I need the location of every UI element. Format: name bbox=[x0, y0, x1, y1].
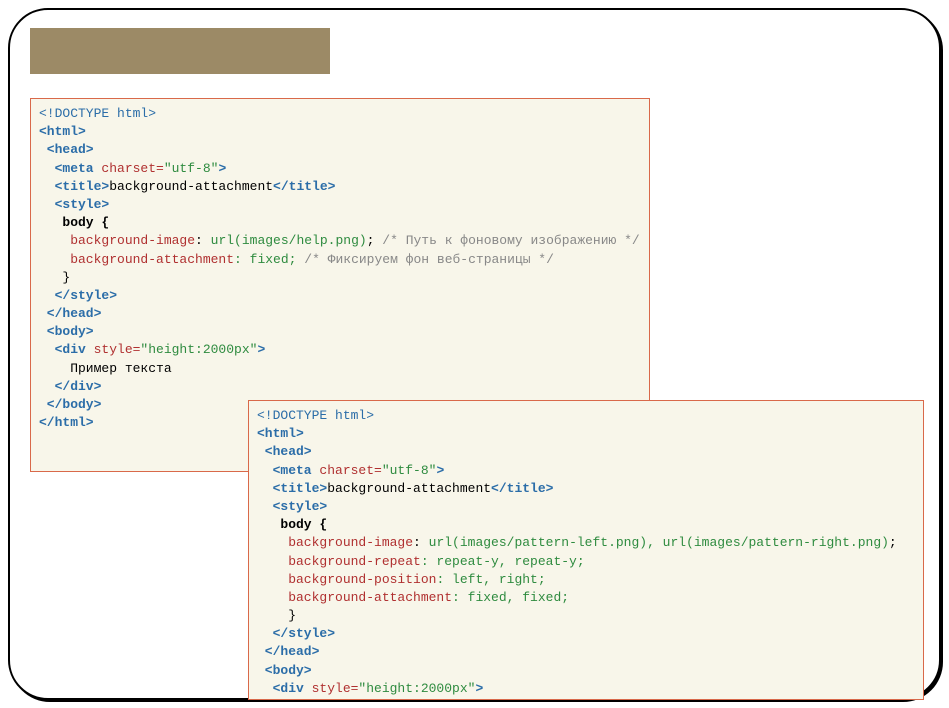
code-text: background-attachment bbox=[327, 481, 491, 496]
code-text: Пример текста bbox=[39, 361, 172, 376]
code-tag: </html> bbox=[39, 415, 94, 430]
code-tag: </title> bbox=[491, 481, 553, 496]
code-tag: </style> bbox=[39, 288, 117, 303]
code-prop: background-image bbox=[39, 233, 195, 248]
code-tag: > bbox=[475, 681, 483, 696]
code-tag: > bbox=[257, 342, 265, 357]
code-line: body { bbox=[257, 517, 327, 532]
code-tag: </head> bbox=[257, 644, 319, 659]
code-tag: <head> bbox=[257, 444, 312, 459]
code-tag: <meta bbox=[257, 463, 312, 478]
code-tag: </div> bbox=[39, 379, 101, 394]
code-line: <head> bbox=[39, 142, 94, 157]
code-tag: </title> bbox=[273, 179, 335, 194]
code-tag: <div bbox=[257, 681, 304, 696]
code-attr: style= bbox=[304, 681, 359, 696]
code-comment: /* Путь к фоновому изображению */ bbox=[374, 233, 639, 248]
code-val: : fixed; bbox=[234, 252, 296, 267]
code-tag: </style> bbox=[257, 626, 335, 641]
code-val: url(images/help.png) bbox=[211, 233, 367, 248]
code-tag: <style> bbox=[39, 197, 109, 212]
code-tag: > bbox=[218, 161, 226, 176]
code-tag: <html> bbox=[257, 426, 304, 441]
code-attr: charset= bbox=[94, 161, 164, 176]
code-val: url(images/pattern-left.png), url(images… bbox=[429, 535, 889, 550]
code-comment: /* Фиксируем фон веб-страницы */ bbox=[296, 252, 553, 267]
code-tag: <meta bbox=[39, 161, 94, 176]
code-tag: <title> bbox=[39, 179, 109, 194]
code-attr: style= bbox=[86, 342, 141, 357]
code-tag: <div bbox=[39, 342, 86, 357]
code-attr: charset= bbox=[312, 463, 382, 478]
code-tag: </head> bbox=[39, 306, 101, 321]
code-tag: </div> bbox=[257, 699, 319, 700]
code-line: } bbox=[257, 608, 296, 623]
code-line: <!DOCTYPE html> bbox=[39, 106, 156, 121]
code-punct: : bbox=[195, 233, 211, 248]
code-prop: background-position bbox=[257, 572, 436, 587]
code-block-2: <!DOCTYPE html> <html> <head> <meta char… bbox=[248, 400, 924, 700]
code-tag: <style> bbox=[257, 499, 327, 514]
slide: <!DOCTYPE html> <html> <head> <meta char… bbox=[0, 0, 949, 708]
code-prop: background-repeat bbox=[257, 554, 421, 569]
code-val: : left, right; bbox=[436, 572, 545, 587]
title-block bbox=[30, 28, 330, 74]
code-prop: background-attachment bbox=[257, 590, 452, 605]
code-prop: background-image bbox=[257, 535, 413, 550]
code-tag: <body> bbox=[39, 324, 94, 339]
code-punct: : bbox=[413, 535, 429, 550]
code-line: } bbox=[39, 270, 70, 285]
code-val: "utf-8" bbox=[382, 463, 437, 478]
code-val: "utf-8" bbox=[164, 161, 219, 176]
code-line: <!DOCTYPE html> bbox=[257, 408, 374, 423]
code-line: <html> bbox=[39, 124, 86, 139]
code-val: : fixed, fixed; bbox=[452, 590, 569, 605]
code-val: "height:2000px" bbox=[140, 342, 257, 357]
code-tag: <title> bbox=[257, 481, 327, 496]
code-punct: ; bbox=[889, 535, 897, 550]
code-tag: <body> bbox=[257, 663, 312, 678]
code-tag: </body> bbox=[39, 397, 101, 412]
code-line: body { bbox=[39, 215, 109, 230]
code-val: : repeat-y, repeat-y; bbox=[421, 554, 585, 569]
code-val: "height:2000px" bbox=[358, 681, 475, 696]
code-tag: > bbox=[436, 463, 444, 478]
code-prop: background-attachment bbox=[39, 252, 234, 267]
code-text: background-attachment bbox=[109, 179, 273, 194]
